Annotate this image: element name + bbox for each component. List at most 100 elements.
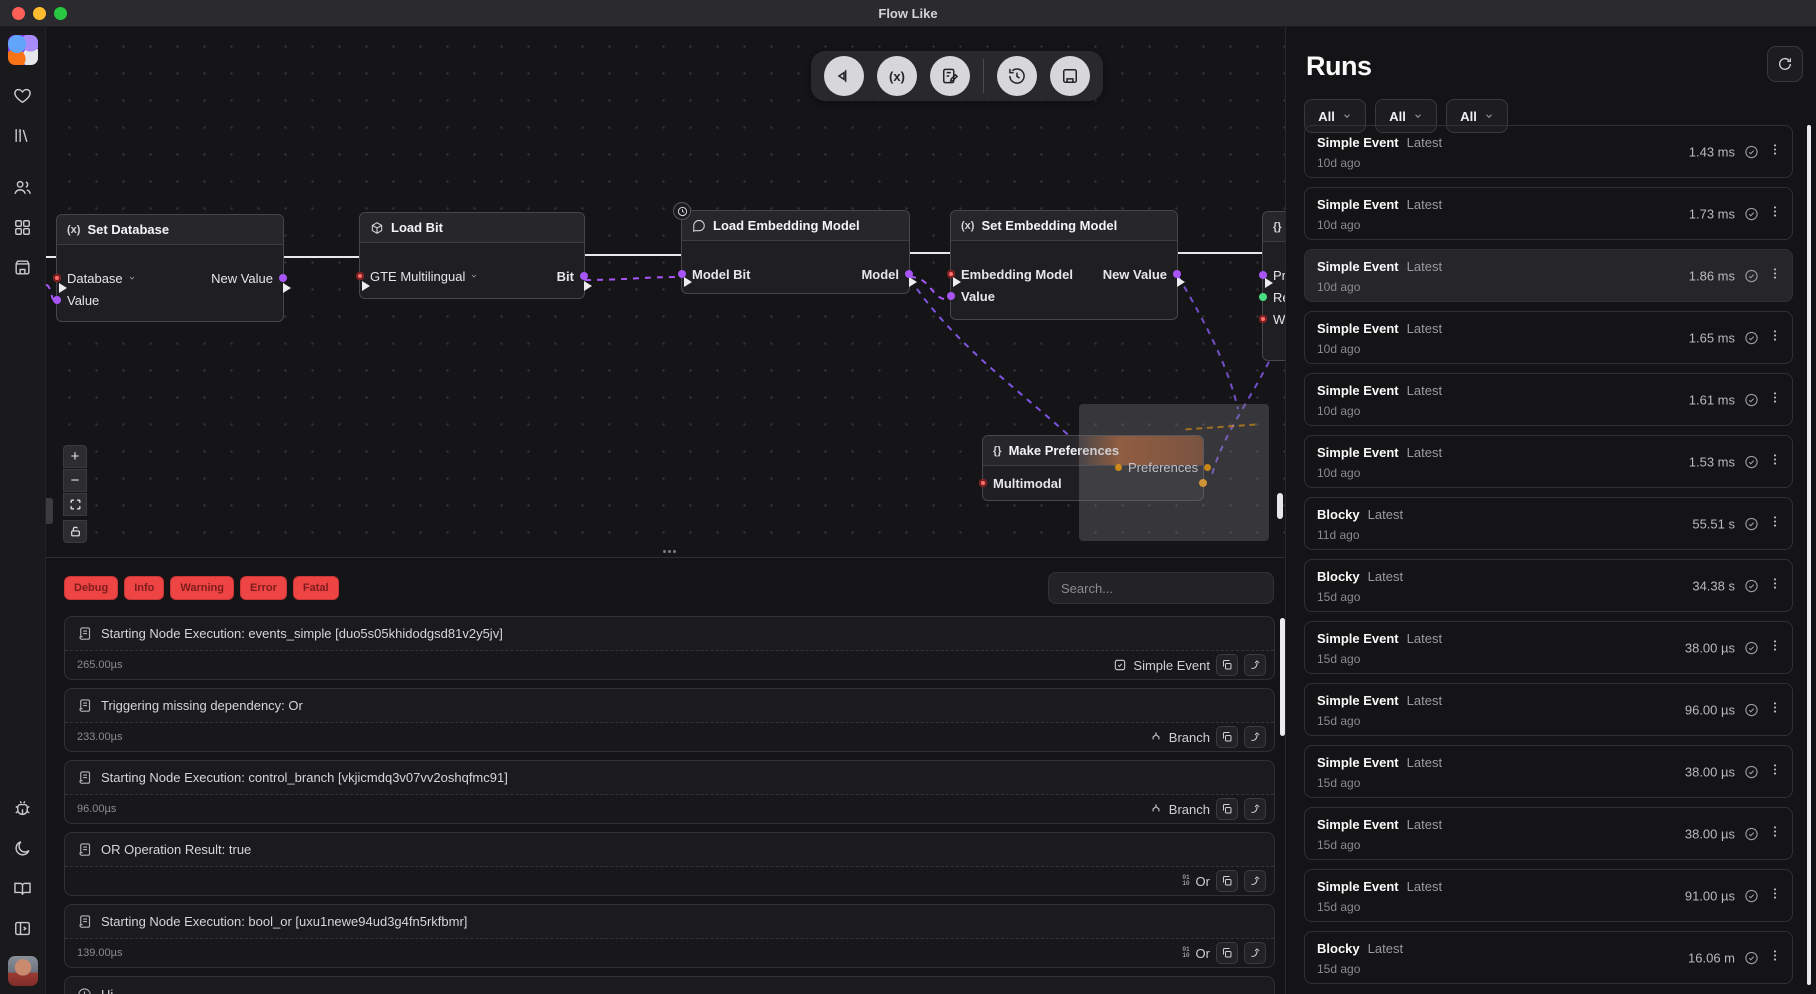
- open-in-node-icon[interactable]: [1244, 726, 1266, 748]
- exec-out-pin[interactable]: [283, 283, 291, 293]
- history-icon[interactable]: [997, 56, 1037, 96]
- panel-toggle-icon[interactable]: [11, 916, 35, 940]
- copy-icon[interactable]: [1216, 798, 1238, 820]
- run-item[interactable]: Simple EventLatest 10d ago 1.53 ms: [1304, 435, 1793, 488]
- new-value-output-pin[interactable]: [279, 274, 287, 282]
- kebab-menu-icon[interactable]: [1768, 266, 1782, 285]
- runs-scrollbar[interactable]: [1807, 125, 1811, 985]
- run-item[interactable]: Simple EventLatest 10d ago 1.43 ms: [1304, 125, 1793, 178]
- run-item[interactable]: BlockyLatest 15d ago 16.06 m: [1304, 931, 1793, 984]
- log-entry[interactable]: Hi: [64, 976, 1275, 994]
- filter-fatal[interactable]: Fatal: [293, 576, 339, 600]
- maximize-window-button[interactable]: [54, 7, 67, 20]
- kebab-menu-icon[interactable]: [1768, 700, 1782, 719]
- close-window-button[interactable]: [12, 7, 25, 20]
- sidebar-drag-handle[interactable]: [46, 498, 53, 524]
- run-item[interactable]: BlockyLatest 11d ago 55.51 s: [1304, 497, 1793, 550]
- board-layout-icon[interactable]: [1050, 56, 1090, 96]
- kebab-menu-icon[interactable]: [1768, 204, 1782, 223]
- run-item[interactable]: Simple EventLatest 10d ago 1.86 ms: [1304, 249, 1793, 302]
- run-item[interactable]: Simple EventLatest 10d ago 1.65 ms: [1304, 311, 1793, 364]
- run-item[interactable]: BlockyLatest 15d ago 34.38 s: [1304, 559, 1793, 612]
- log-entry[interactable]: Starting Node Execution: control_branch …: [64, 760, 1275, 824]
- kebab-menu-icon[interactable]: [1768, 638, 1782, 657]
- variables-icon[interactable]: (x): [877, 56, 917, 96]
- dark-mode-moon-icon[interactable]: [11, 836, 35, 860]
- node-load-embedding-model[interactable]: Load Embedding Model Model Bit Model: [681, 210, 910, 294]
- store-icon[interactable]: [11, 255, 35, 279]
- copy-icon[interactable]: [1216, 726, 1238, 748]
- embedding-model-input-pin[interactable]: [947, 270, 955, 278]
- refresh-icon[interactable]: [1767, 46, 1803, 82]
- horizontal-splitter-handle[interactable]: [660, 548, 678, 554]
- model-bit-input-pin[interactable]: [678, 270, 686, 278]
- flow-canvas[interactable]: (x) (x)Set Database Database: [46, 27, 1285, 557]
- bit-select-pin[interactable]: [356, 272, 364, 280]
- new-value-output-pin[interactable]: [1173, 270, 1181, 278]
- input-pin[interactable]: [1259, 271, 1267, 279]
- run-item[interactable]: Simple EventLatest 15d ago 38.00 µs: [1304, 621, 1793, 674]
- kebab-menu-icon[interactable]: [1768, 948, 1782, 967]
- minimize-window-button[interactable]: [33, 7, 46, 20]
- run-item[interactable]: Simple EventLatest 15d ago 38.00 µs: [1304, 745, 1793, 798]
- run-item[interactable]: Simple EventLatest 10d ago 1.61 ms: [1304, 373, 1793, 426]
- trigger-play-icon[interactable]: [824, 56, 864, 96]
- run-item[interactable]: Simple EventLatest 10d ago 1.73 ms: [1304, 187, 1793, 240]
- log-entry[interactable]: OR Operation Result: true 0110 Or: [64, 832, 1275, 896]
- kebab-menu-icon[interactable]: [1768, 886, 1782, 905]
- node-partial-right[interactable]: {} Pr Re W: [1262, 211, 1285, 361]
- input-pin[interactable]: [1259, 315, 1267, 323]
- filter-error[interactable]: Error: [240, 576, 287, 600]
- kebab-menu-icon[interactable]: [1768, 576, 1782, 595]
- value-input-pin[interactable]: [53, 296, 61, 304]
- kebab-menu-icon[interactable]: [1768, 142, 1782, 161]
- input-pin[interactable]: [1259, 293, 1267, 301]
- multimodal-input-pin[interactable]: [979, 479, 987, 487]
- zoom-in-button[interactable]: +: [63, 445, 87, 468]
- apps-grid-icon[interactable]: [11, 215, 35, 239]
- node-set-embedding-model[interactable]: (x)Set Embedding Model Embedding Model N…: [950, 210, 1178, 320]
- lock-icon[interactable]: [63, 520, 87, 543]
- user-avatar[interactable]: [8, 956, 38, 986]
- filter-debug[interactable]: Debug: [64, 576, 118, 600]
- open-in-node-icon[interactable]: [1244, 798, 1266, 820]
- value-input-pin[interactable]: [947, 292, 955, 300]
- log-entry[interactable]: Triggering missing dependency: Or 233.00…: [64, 688, 1275, 752]
- run-item[interactable]: Simple EventLatest 15d ago 38.00 µs: [1304, 807, 1793, 860]
- users-icon[interactable]: [11, 175, 35, 199]
- docs-book-icon[interactable]: [11, 876, 35, 900]
- favorites-heart-icon[interactable]: [11, 83, 35, 107]
- database-input-pin[interactable]: [53, 274, 61, 282]
- open-in-node-icon[interactable]: [1244, 942, 1266, 964]
- app-logo[interactable]: [8, 35, 38, 65]
- notes-edit-icon[interactable]: [930, 56, 970, 96]
- exec-out-pin[interactable]: [584, 281, 592, 291]
- log-entry[interactable]: Starting Node Execution: events_simple […: [64, 616, 1275, 680]
- open-in-node-icon[interactable]: [1244, 870, 1266, 892]
- open-in-node-icon[interactable]: [1244, 654, 1266, 676]
- vertical-splitter-handle[interactable]: [1277, 493, 1283, 519]
- exec-out-pin[interactable]: [1177, 277, 1185, 287]
- run-item[interactable]: Simple EventLatest 15d ago 91.00 µs: [1304, 869, 1793, 922]
- node-set-database[interactable]: (x)Set Database Database New Value Value: [56, 214, 284, 322]
- model-output-pin[interactable]: [905, 270, 913, 278]
- zoom-out-button[interactable]: −: [63, 469, 87, 492]
- chevron-down-icon[interactable]: [128, 274, 136, 282]
- kebab-menu-icon[interactable]: [1768, 452, 1782, 471]
- kebab-menu-icon[interactable]: [1768, 514, 1782, 533]
- chevron-down-icon[interactable]: [470, 272, 478, 280]
- run-item[interactable]: Simple EventLatest 15d ago 96.00 µs: [1304, 683, 1793, 736]
- log-search-input[interactable]: [1048, 572, 1274, 604]
- bit-output-pin[interactable]: [580, 272, 588, 280]
- fit-view-icon[interactable]: [63, 493, 87, 516]
- copy-icon[interactable]: [1216, 870, 1238, 892]
- filter-warning[interactable]: Warning: [170, 576, 234, 600]
- kebab-menu-icon[interactable]: [1768, 328, 1782, 347]
- library-icon[interactable]: [11, 123, 35, 147]
- node-load-bit[interactable]: Load Bit GTE Multilingual Bit: [359, 212, 585, 299]
- filter-info[interactable]: Info: [124, 576, 164, 600]
- kebab-menu-icon[interactable]: [1768, 762, 1782, 781]
- kebab-menu-icon[interactable]: [1768, 824, 1782, 843]
- debug-bug-icon[interactable]: [11, 796, 35, 820]
- kebab-menu-icon[interactable]: [1768, 390, 1782, 409]
